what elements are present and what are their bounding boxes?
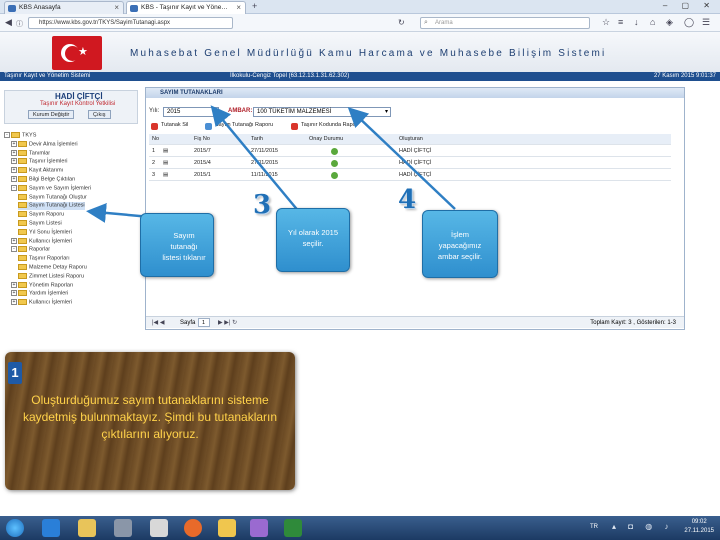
media-icon[interactable] bbox=[150, 519, 168, 537]
step-number: 3 bbox=[253, 190, 272, 220]
paint-icon[interactable] bbox=[250, 519, 268, 537]
callout-step-2: Sayım tutanağı listesi tıklanır bbox=[140, 213, 214, 277]
step-number: 4 bbox=[398, 185, 417, 215]
callout-text: İşlem yapacağımız ambar seçilir. bbox=[437, 230, 483, 261]
clock-time: 09:02 bbox=[691, 519, 707, 525]
firefox-icon[interactable] bbox=[184, 519, 202, 537]
callout-text: Sayım tutanağı listesi tıklanır bbox=[162, 231, 206, 262]
start-button[interactable] bbox=[6, 519, 24, 537]
clock-date: 27.11.2015 bbox=[684, 528, 714, 534]
explorer-icon[interactable] bbox=[78, 519, 96, 537]
folder-icon[interactable] bbox=[218, 519, 236, 537]
step-number: 1 bbox=[8, 362, 22, 384]
callout-step-4: İşlem yapacağımız ambar seçilir. bbox=[422, 210, 498, 278]
callout-text: Yıl olarak 2015 seçilir. bbox=[287, 228, 339, 248]
callout-step-3: Yıl olarak 2015 seçilir. bbox=[276, 208, 350, 272]
info-note-text: Oluşturduğumuz sayım tutanaklarını siste… bbox=[22, 393, 278, 441]
clock[interactable]: 09:02 27.11.2015 bbox=[684, 518, 714, 536]
language-indicator[interactable]: TR bbox=[590, 524, 598, 530]
excel-icon[interactable] bbox=[284, 519, 302, 537]
tray-icons[interactable]: ▴ ◘ ◍ ♪ bbox=[612, 522, 674, 531]
ie-icon[interactable] bbox=[42, 519, 60, 537]
calculator-icon[interactable] bbox=[114, 519, 132, 537]
